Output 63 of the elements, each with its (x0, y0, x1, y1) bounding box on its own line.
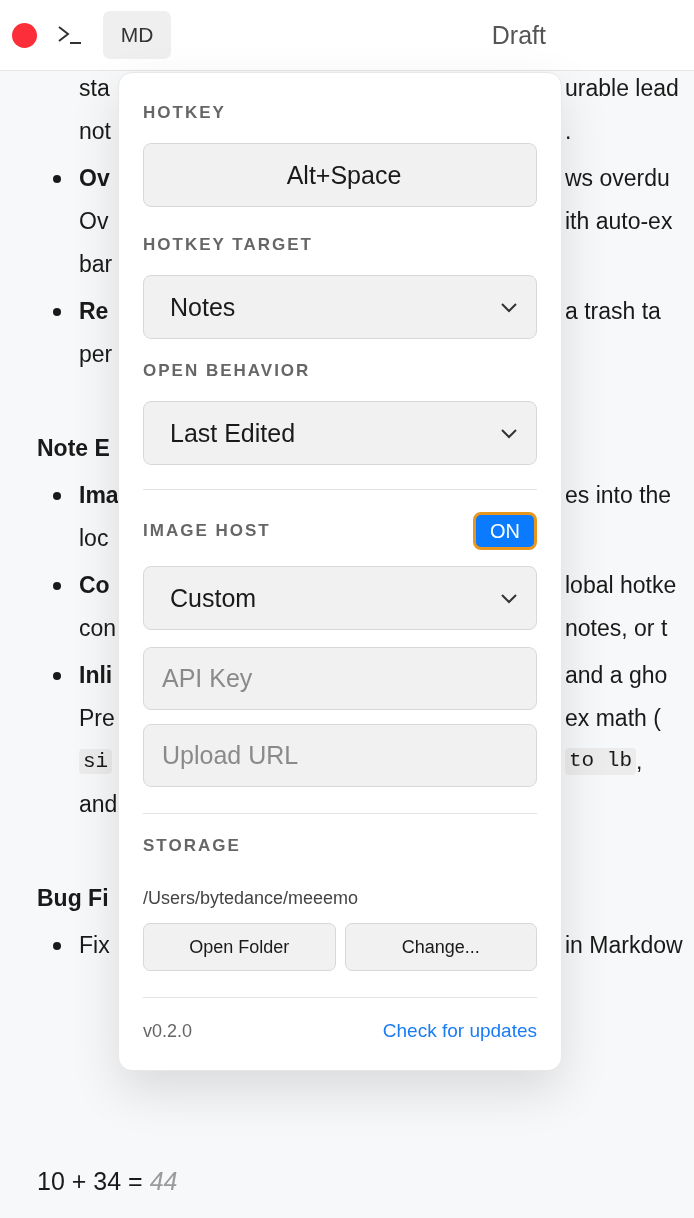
paragraph-text: not (79, 118, 111, 145)
bullet-dot (53, 174, 61, 183)
ghost-result: 44 (149, 1167, 178, 1196)
paragraph-text: notes, or t (565, 615, 668, 642)
paragraph-text: bar (79, 251, 113, 278)
storage-button[interactable]: Change... (344, 923, 537, 971)
hotkey-field[interactable]: Alt+Space (143, 143, 537, 207)
version-text: v0.2.0 (143, 1020, 193, 1042)
input-field[interactable]: Upload URL (143, 724, 537, 787)
input-field[interactable]: API Key (143, 647, 537, 710)
paragraph-text: Fix (79, 932, 110, 959)
paragraph-text: Re (79, 298, 109, 325)
paragraph-text: lobal hotke (565, 572, 677, 599)
heading-text: Bug Fi (37, 885, 109, 912)
bullet-dot (53, 941, 61, 950)
storage-button[interactable]: Open Folder (143, 923, 336, 971)
paragraph-text: Ima (79, 482, 119, 509)
heading-text: Note E (37, 435, 110, 462)
window-title: Draft (490, 20, 547, 50)
chevron-down-icon (500, 427, 518, 439)
dropdown[interactable]: Custom (143, 566, 537, 630)
paragraph-text: and (79, 791, 118, 818)
bullet-dot (53, 491, 61, 500)
dropdown[interactable]: Last Edited (143, 401, 537, 465)
section-label: HOTKEY (143, 103, 227, 123)
paragraph-text: urable lead (565, 75, 679, 102)
section-label: HOTKEY TARGET (143, 235, 314, 255)
paragraph-text: and a gho (565, 662, 668, 689)
toggle-button[interactable]: ON (473, 512, 537, 550)
section-label: IMAGE HOST (143, 521, 271, 541)
paragraph-text: es into the (565, 482, 672, 509)
bullet-dot (53, 671, 61, 680)
paragraph-text: sta (79, 75, 110, 102)
paragraph-text: loc (79, 525, 109, 552)
paragraph-text: per (79, 341, 113, 368)
code-text: si (79, 749, 113, 774)
mode-button[interactable]: MD (103, 11, 171, 59)
close-dot[interactable] (12, 22, 37, 48)
update-link[interactable]: Check for updates (382, 1020, 537, 1042)
code-text: to lb (565, 748, 636, 775)
paragraph-text: Co (79, 572, 110, 599)
bullet-dot (53, 307, 61, 316)
paragraph-text: Ov (79, 165, 110, 192)
paragraph-text: ex math ( (565, 705, 661, 732)
folder-path: /Users/bytedance/meeemo (143, 888, 360, 909)
section-label: OPEN BEHAVIOR (143, 361, 312, 381)
paragraph-text: a trash ta (565, 298, 661, 325)
paragraph-text: Ov (79, 208, 109, 235)
paragraph-text: in Markdow (565, 932, 683, 959)
chevron-down-icon (500, 301, 518, 313)
paragraph-text: ith auto-ex (565, 208, 673, 235)
chevron-down-icon (500, 592, 518, 604)
paragraph-text: con (79, 615, 117, 642)
dropdown[interactable]: Notes (143, 275, 537, 339)
formula-text: 10 + 34 = (37, 1167, 143, 1196)
terminal-icon[interactable] (57, 25, 83, 45)
paragraph-text: . (565, 118, 572, 145)
section-label: STORAGE (143, 836, 242, 856)
paragraph-text: Pre (79, 705, 115, 732)
paragraph-text: ws overdu (565, 165, 670, 192)
paragraph-text: Inli (79, 662, 113, 689)
bullet-dot (53, 581, 61, 590)
paragraph-text: , (636, 748, 643, 775)
